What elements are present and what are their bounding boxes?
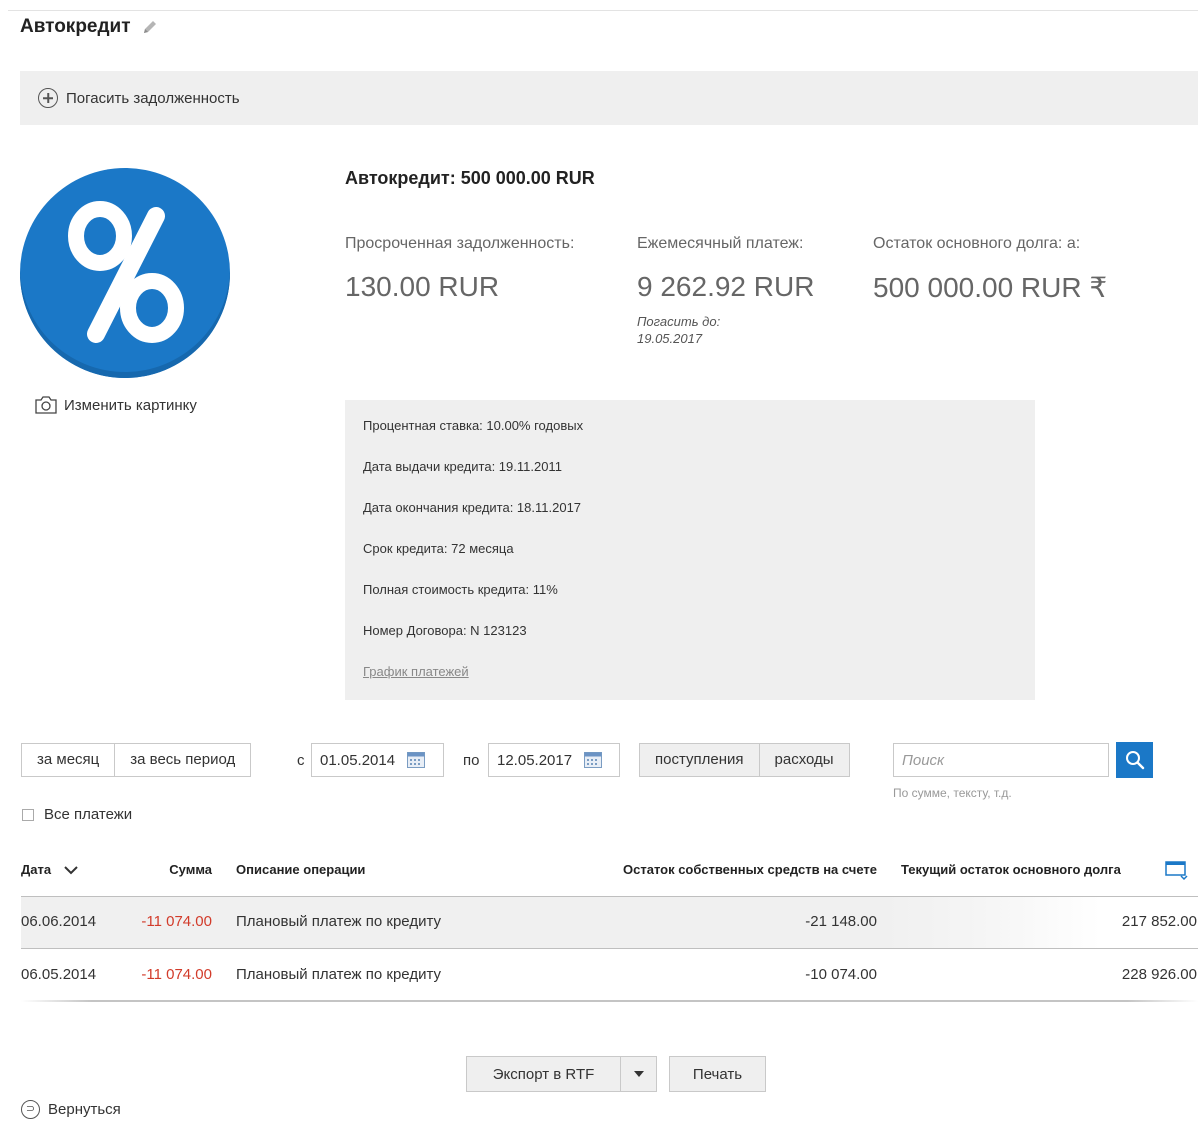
column-header-own-balance[interactable]: Остаток собственных средств на счете <box>623 862 877 877</box>
page-title: Автокредит <box>20 16 159 38</box>
column-settings-icon[interactable] <box>1165 861 1189 881</box>
change-picture-button[interactable]: Изменить картинку <box>34 395 197 415</box>
incoming-button[interactable]: поступления <box>640 744 759 776</box>
back-arrow-icon: ⊃ <box>21 1100 40 1119</box>
payment-schedule-link[interactable]: График платежей <box>363 664 469 679</box>
all-payments-checkbox[interactable] <box>22 808 34 821</box>
period-month-button[interactable]: за месяц <box>22 744 114 776</box>
from-date-field[interactable]: 01.05.2014 <box>311 743 444 777</box>
export-rtf-button[interactable]: Экспорт в RTF <box>466 1056 621 1092</box>
from-label: с <box>297 752 305 769</box>
camera-icon <box>35 396 57 414</box>
chevron-down-icon[interactable] <box>63 865 79 875</box>
table-bottom-divider <box>21 1000 1198 1002</box>
principal-balance-stat: Остаток основного долга: а: 500 000.00 R… <box>873 235 1198 304</box>
search-input[interactable] <box>893 743 1109 777</box>
to-date-value: 12.05.2017 <box>497 751 573 769</box>
search-button[interactable] <box>1116 742 1153 778</box>
issue-date: Дата выдачи кредита: 19.11.2011 <box>363 459 562 474</box>
stat-value: 130.00 RUR <box>345 271 500 302</box>
column-header-description[interactable]: Описание операции <box>236 862 365 877</box>
pencil-icon[interactable] <box>141 18 159 36</box>
row-own-balance: -21 148.00 <box>805 913 877 930</box>
stat-value: 9 262.92 RUR <box>637 271 815 302</box>
loan-picture[interactable] <box>20 168 230 378</box>
monthly-payment-stat: Ежемесячный платеж: 9 262.92 RUR Погасит… <box>637 235 814 347</box>
pay-debt-button[interactable]: Погасить задолженность <box>38 88 240 108</box>
print-button[interactable]: Печать <box>669 1056 766 1092</box>
due-date-label: Погасить до: <box>637 314 721 329</box>
row-date: 06.05.2014 <box>21 966 97 983</box>
direction-selector: поступления расходы <box>639 743 850 777</box>
loan-details-panel: Процентная ставка: 10.00% годовых Дата в… <box>345 400 1035 700</box>
search-hint: По сумме, тексту, т.д. <box>893 786 1012 800</box>
back-button[interactable]: ⊃ Вернуться <box>21 1100 121 1119</box>
stat-label: Остаток основного долга: а: <box>873 235 1081 252</box>
stat-label: Ежемесячный платеж: <box>637 235 804 252</box>
pay-debt-label: Погасить задолженность <box>66 89 240 107</box>
column-header-amount[interactable]: Сумма <box>169 862 212 877</box>
action-bar: Погасить задолженность <box>20 71 1198 125</box>
due-date-note: Погасить до: 19.05.2017 <box>637 313 814 347</box>
from-date-value: 01.05.2014 <box>320 751 396 769</box>
caret-down-icon <box>633 1071 644 1077</box>
export-group: Экспорт в RTF Печать <box>466 1056 766 1092</box>
row-principal-balance: 228 926.00 <box>1121 966 1197 983</box>
to-label: по <box>463 752 480 769</box>
period-selector: за месяц за весь период <box>21 743 252 777</box>
export-dropdown-button[interactable] <box>621 1056 657 1092</box>
row-principal-balance: 217 852.00 <box>1121 913 1197 930</box>
row-description: Плановый платеж по кредиту <box>236 913 441 930</box>
loan-term: Срок кредита: 72 месяца <box>363 541 514 556</box>
back-label: Вернуться <box>48 1101 121 1118</box>
calendar-icon[interactable] <box>584 752 603 768</box>
row-description: Плановый платеж по кредиту <box>236 966 441 983</box>
change-picture-label: Изменить картинку <box>64 396 197 414</box>
plus-circle-icon <box>38 88 58 108</box>
row-date: 06.06.2014 <box>21 913 97 930</box>
row-divider <box>21 948 1198 949</box>
stat-label: Просроченная задолженность: <box>345 235 575 252</box>
all-payments-toggle[interactable]: Все платежи <box>22 806 132 823</box>
row-amount: -11 074.00 <box>141 913 212 930</box>
loan-heading: Автокредит: 500 000.00 RUR <box>345 168 595 188</box>
row-own-balance: -10 074.00 <box>805 966 877 983</box>
column-header-date[interactable]: Дата <box>21 862 79 877</box>
column-header-date-label: Дата <box>21 862 52 877</box>
percent-icon <box>68 201 184 343</box>
end-date: Дата окончания кредита: 18.11.2017 <box>363 500 582 515</box>
calendar-icon[interactable] <box>407 752 426 768</box>
period-all-button[interactable]: за весь период <box>114 744 250 776</box>
contract-number: Номер Договора: N 123123 <box>363 623 527 638</box>
column-header-principal-balance[interactable]: Текущий остаток основного долга <box>901 862 1121 877</box>
row-amount: -11 074.00 <box>141 966 212 983</box>
interest-rate: Процентная ставка: 10.00% годовых <box>363 418 584 433</box>
outgoing-button[interactable]: расходы <box>758 744 849 776</box>
all-payments-label: Все платежи <box>44 806 133 823</box>
overdue-debt-stat: Просроченная задолженность: 130.00 RUR <box>345 235 574 303</box>
full-cost: Полная стоимость кредита: 11% <box>363 582 558 597</box>
search-icon <box>1125 751 1144 770</box>
stat-value: 500 000.00 RUR ₹ <box>873 272 1108 303</box>
page-title-text: Автокредит <box>20 16 131 37</box>
to-date-field[interactable]: 12.05.2017 <box>488 743 620 777</box>
due-date-value: 19.05.2017 <box>637 331 703 346</box>
top-divider <box>8 10 1198 11</box>
